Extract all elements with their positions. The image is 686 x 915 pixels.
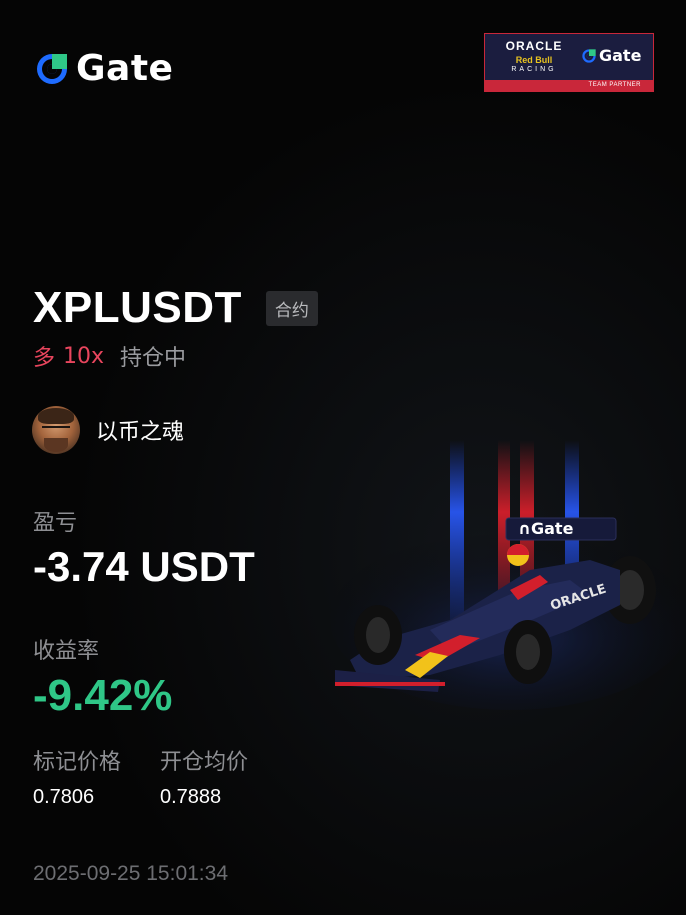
share-card: Gate ORACLE Red Bull RACING Gate TEAM PA… xyxy=(0,0,686,915)
racing-text: RACING xyxy=(511,66,557,73)
direction-label: 多 xyxy=(33,346,56,371)
roi-label: 收益率 xyxy=(33,639,100,664)
leverage-label: 10x xyxy=(63,343,105,369)
user-row: 以币之魂 xyxy=(32,406,184,454)
pnl-value: -3.74 USDT xyxy=(33,543,255,590)
contract-tag: 合约 xyxy=(265,290,318,326)
symbol-row: XPLUSDT 合约 xyxy=(33,283,318,333)
gate-logo-icon xyxy=(37,53,67,84)
gate-mini-icon xyxy=(582,48,596,63)
entry-price-value: 0.7888 xyxy=(160,786,222,808)
redbull-text: Red Bull xyxy=(515,55,553,65)
redbull-racing-logo: ORACLE Red Bull RACING xyxy=(491,39,577,73)
oracle-text: ORACLE xyxy=(505,39,563,53)
mark-price-value: 0.7806 xyxy=(33,786,95,808)
username: 以币之魂 xyxy=(96,420,185,445)
partner-gate-logo: Gate xyxy=(581,46,641,65)
avatar-icon xyxy=(32,406,80,454)
position-info: 多 10x 持仓中 xyxy=(33,340,186,372)
svg-text:∩Gate: ∩Gate xyxy=(518,519,574,538)
pnl-label: 盈亏 xyxy=(33,511,78,536)
timestamp: 2025-09-25 15:01:34 xyxy=(33,862,228,885)
roi-value: -9.42% xyxy=(33,671,173,720)
f1-car-image: ∩Gate ORACLE xyxy=(330,440,686,710)
entry-price-label: 开仓均价 xyxy=(160,750,249,775)
partner-gate-text: Gate xyxy=(599,46,642,65)
partner-badge: ORACLE Red Bull RACING Gate TEAM PARTNER xyxy=(484,33,654,92)
gate-logo: Gate xyxy=(34,48,173,89)
symbol-title: XPLUSDT xyxy=(33,283,242,332)
logo-text: Gate xyxy=(76,48,174,89)
team-partner-strip: TEAM PARTNER xyxy=(485,80,653,91)
position-status: 持仓中 xyxy=(120,346,187,371)
mark-price-label: 标记价格 xyxy=(33,750,122,775)
